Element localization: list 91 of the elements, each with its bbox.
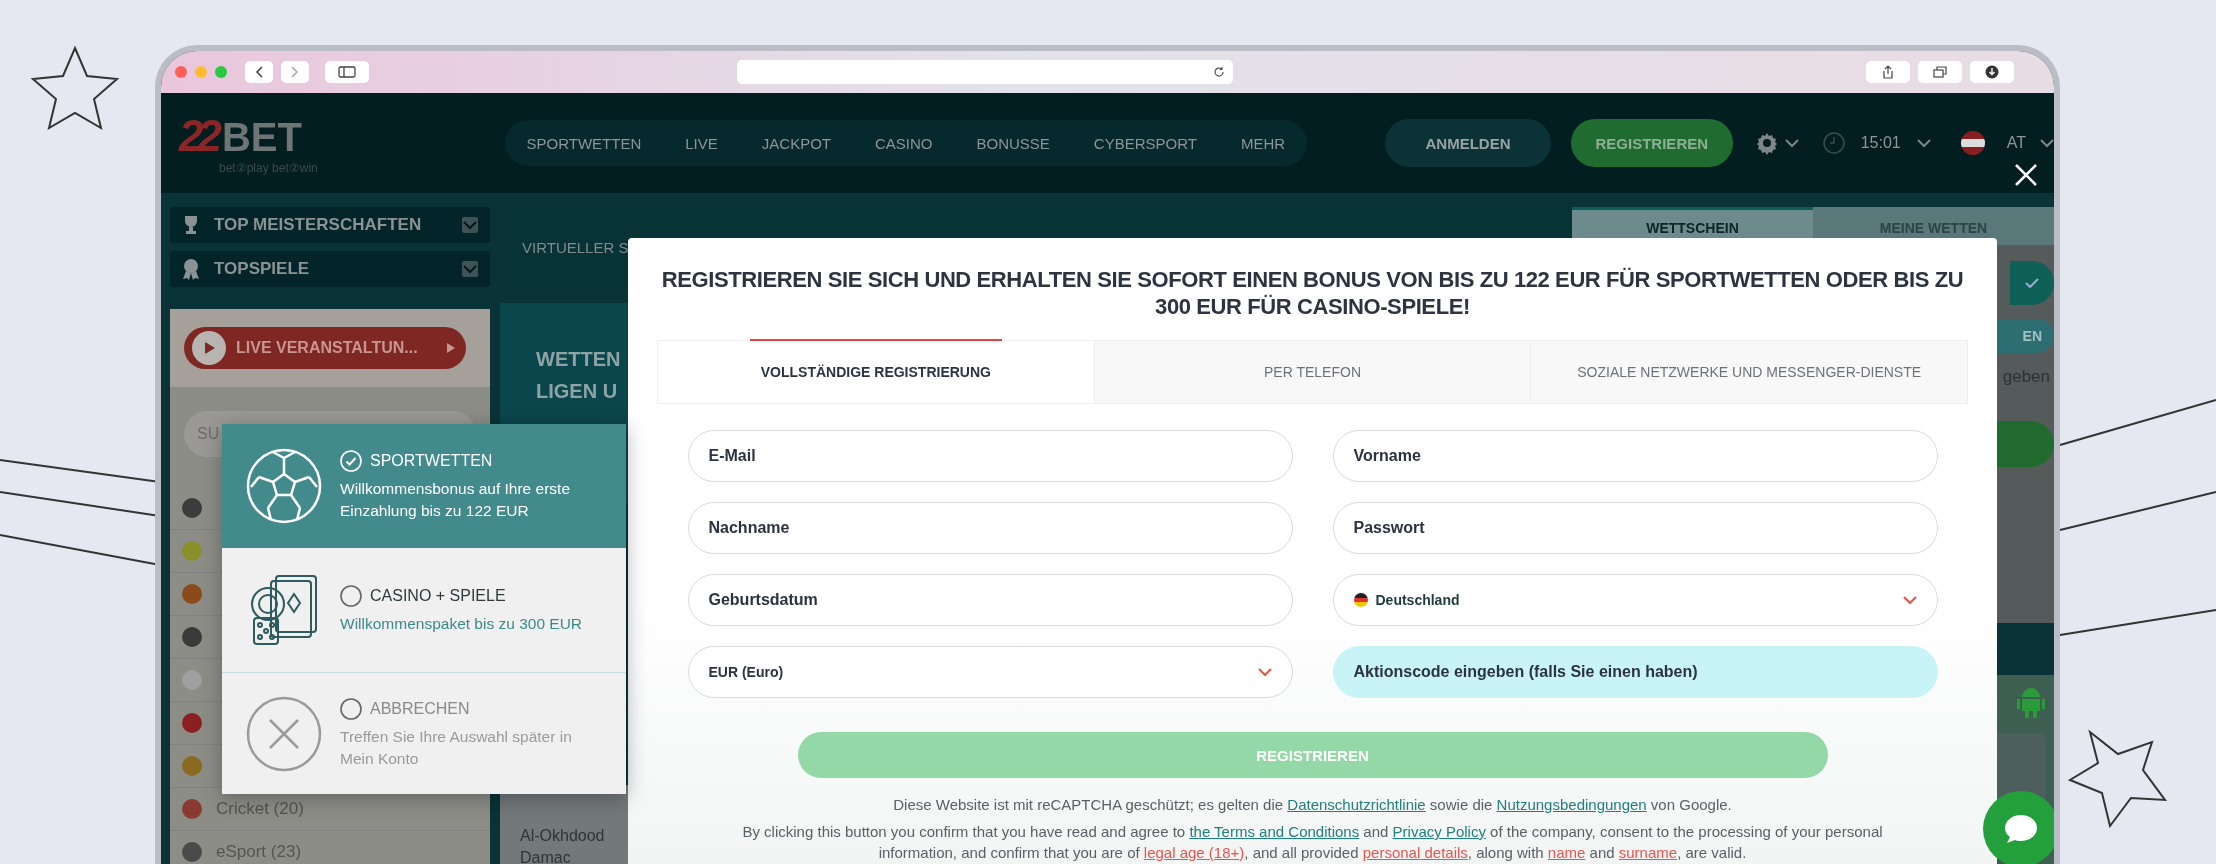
bonus-option[interactable]: CASINO + SPIELE Willkommenspaket bis zu 300 EUR [222, 548, 626, 672]
download-button[interactable] [1970, 61, 2014, 83]
sidebar-menu-item[interactable]: TOPSPIELE [170, 251, 490, 287]
text-link[interactable]: the Terms and Conditions [1189, 823, 1360, 840]
dialog-title: REGISTRIEREN SIE SICH UND ERHALTEN SIE SOFORT EINEN BONUS VON BIS ZU 122 EUR FÜR SPORTWETTEN ODER BIS ZU 300 EUR FÜR CASINO-SPIELE! [660, 266, 1965, 320]
clock-icon [1822, 132, 1845, 154]
option-title: CASINO + SPIELE [370, 587, 506, 605]
nav-link[interactable]: MEHR [1240, 134, 1286, 152]
download-icon [1985, 65, 1999, 79]
sidebar-menu-item[interactable]: TOP MEISTERSCHAFTEN [170, 207, 490, 243]
reload-icon[interactable] [1213, 66, 1225, 78]
input-field[interactable]: Geburtsdatum [687, 574, 1293, 626]
country-select[interactable]: Deutschland [1332, 574, 1938, 626]
sport-icon [182, 799, 202, 819]
android-icon[interactable] [2016, 685, 2046, 719]
chat-bubble-icon [2003, 813, 2039, 845]
text-link[interactable]: surname [1618, 844, 1678, 861]
promo-code-button[interactable]: Aktionscode eingeben (falls Sie einen haben) [1332, 646, 1938, 698]
close-circle-icon [246, 695, 322, 772]
registration-tab[interactable]: PER TELEFON [1093, 341, 1531, 403]
chevron-down-icon [1916, 138, 1931, 148]
bonus-option[interactable]: ABBRECHEN Treffen Sie Ihre Auswahl später in Mein Konto [222, 672, 626, 794]
tabs-icon [1933, 66, 1947, 78]
input-field[interactable]: Passwort [1332, 502, 1938, 554]
text-link[interactable]: name [1547, 844, 1586, 861]
virtual-sports-label[interactable]: VIRTUELLER S [522, 238, 629, 256]
close-window-dot[interactable] [175, 66, 187, 78]
input-field[interactable]: Vorname [1332, 430, 1938, 482]
medal-icon [182, 258, 200, 280]
close-icon[interactable] [2014, 163, 2038, 187]
text-link[interactable]: Privacy Policy [1392, 823, 1486, 840]
checkmark-icon [2025, 277, 2039, 289]
site-logo[interactable]: 22BET bet②play bet②win [179, 111, 505, 175]
input-field[interactable]: Nachname [687, 502, 1293, 554]
time-text: 15:01 [1860, 134, 1901, 152]
recaptcha-notice: Diese Website ist mit reCAPTCHA geschützt; es gelten die Datenschutzrichtlinie sowie die Nutzungsbedingungen von Google. [892, 795, 1733, 815]
sport-icon[interactable] [182, 713, 202, 733]
nav-link[interactable]: JACKPOT [761, 134, 831, 152]
bonus-option[interactable]: SPORTWETTEN Willkommensbonus auf Ihre erste Einzahlung bis zu 122 EUR [222, 424, 626, 548]
nav-link[interactable]: SPORTWETTEN [526, 134, 642, 152]
forward-button[interactable] [281, 61, 309, 83]
login-button[interactable]: ANMELDEN [1385, 119, 1551, 167]
option-description: Willkommensbonus auf Ihre erste Einzahlung bis zu 122 EUR [340, 479, 571, 521]
share-icon [1882, 65, 1894, 79]
sport-icon [182, 842, 202, 862]
banner-heading: WETTEN [536, 347, 621, 372]
option-description: Treffen Sie Ihre Auswahl später in Mein Konto [340, 726, 573, 769]
tabs-button[interactable] [1918, 61, 1962, 83]
live-events-button[interactable]: LIVE VERANSTALTUN... [184, 327, 466, 369]
sport-icon[interactable] [182, 498, 202, 518]
sport-icon[interactable] [182, 584, 202, 604]
currency-select[interactable]: EUR (Euro) [687, 646, 1293, 698]
nav-link[interactable]: BONUSSE [976, 134, 1050, 152]
sport-icon[interactable] [182, 627, 202, 647]
play-arrow-icon [446, 342, 456, 354]
radio-button[interactable] [340, 697, 362, 720]
radio-button[interactable] [340, 585, 362, 607]
banner-heading: LIGEN U [536, 379, 618, 404]
option-title: SPORTWETTEN [370, 452, 493, 470]
registration-tab[interactable]: SOZIALE NETZWERKE UND MESSENGER-DIENSTE [1530, 341, 1967, 403]
share-button[interactable] [1866, 61, 1910, 83]
minimize-window-dot[interactable] [195, 66, 207, 78]
flag-icon [1353, 593, 1368, 607]
text-link[interactable]: Nutzungsbedingungen [1496, 796, 1647, 813]
trophy-icon [182, 215, 200, 235]
register-button[interactable]: REGISTRIEREN [1570, 119, 1733, 167]
play-icon [192, 331, 226, 365]
team-name: Damac [520, 849, 571, 864]
team-name: Al-Okhdood [520, 827, 605, 845]
text-link[interactable]: personal details [1362, 844, 1468, 861]
nav-link[interactable]: LIVE [685, 134, 718, 152]
chevron-down-icon [2040, 138, 2054, 148]
nav-link[interactable]: CASINO [875, 134, 933, 152]
chevron-down-icon [1902, 595, 1917, 605]
region-text[interactable]: AT [2006, 134, 2026, 152]
option-title: ABBRECHEN [370, 699, 470, 718]
option-description: Willkommenspaket bis zu 300 EUR [340, 614, 584, 634]
maximize-window-dot[interactable] [215, 66, 227, 78]
sidebar-button[interactable] [325, 61, 369, 83]
soccer-ball-icon [246, 448, 322, 524]
chevron-down-icon [1257, 667, 1272, 677]
flag-icon [1960, 131, 1985, 155]
sidebar-icon [338, 66, 356, 78]
input-field[interactable]: E-Mail [687, 430, 1293, 482]
nav-link[interactable]: CYBERSPORT [1093, 134, 1197, 152]
back-button[interactable] [245, 61, 273, 83]
checked-radio[interactable] [340, 450, 362, 472]
sport-list-item[interactable]: eSport (23) [170, 831, 490, 864]
text-link[interactable]: Datenschutzrichtlinie [1287, 796, 1426, 813]
chevron-down-icon [1784, 138, 1799, 148]
consent-text: By clicking this button you confirm that you have read and agree to the Terms and Conditions and Privacy Policy of the company, consent to the processing of your personal information, and confirm that you are of legal age (18+), and all provided personal details, along with name and surname, are valid. [741, 822, 1884, 863]
